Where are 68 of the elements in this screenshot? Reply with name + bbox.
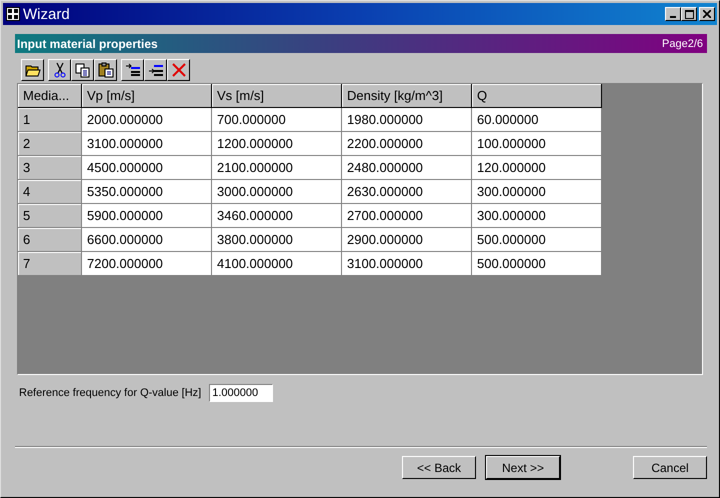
table-cell[interactable]: 100.000000: [472, 132, 602, 156]
folder-icon: [24, 63, 40, 77]
table-cell[interactable]: 700.000000: [212, 108, 342, 132]
insert-row-icon: [124, 63, 140, 77]
table-cell[interactable]: 5900.000000: [82, 204, 212, 228]
table-cell[interactable]: 3100.000000: [342, 252, 472, 276]
page-indicator: Page2/6: [662, 38, 703, 50]
table-cell[interactable]: 2100.000000: [212, 156, 342, 180]
paste-button[interactable]: [94, 59, 117, 81]
close-button[interactable]: [699, 7, 715, 21]
table-cell[interactable]: 4100.000000: [212, 252, 342, 276]
next-button[interactable]: Next >>: [486, 456, 560, 479]
append-button[interactable]: [144, 59, 167, 81]
column-header[interactable]: Q: [472, 84, 602, 108]
open-button[interactable]: [21, 59, 44, 81]
table-cell[interactable]: 300.000000: [472, 204, 602, 228]
table-cell[interactable]: 300.000000: [472, 180, 602, 204]
table-cell[interactable]: 2480.000000: [342, 156, 472, 180]
column-header[interactable]: Vp [m/s]: [82, 84, 212, 108]
insert-button[interactable]: [121, 59, 144, 81]
delete-button[interactable]: [167, 59, 190, 81]
back-button[interactable]: << Back: [402, 456, 476, 479]
table-cell[interactable]: 4500.000000: [82, 156, 212, 180]
row-header: 4: [18, 180, 82, 204]
table-cell[interactable]: 2200.000000: [342, 132, 472, 156]
row-header: 2: [18, 132, 82, 156]
table-cell[interactable]: 1980.000000: [342, 108, 472, 132]
table-cell[interactable]: 120.000000: [472, 156, 602, 180]
table-cell[interactable]: 60.000000: [472, 108, 602, 132]
table-cell[interactable]: 3800.000000: [212, 228, 342, 252]
table-cell[interactable]: 2700.000000: [342, 204, 472, 228]
column-header[interactable]: Density [kg/m^3]: [342, 84, 472, 108]
banner-title: Input material properties: [17, 36, 158, 50]
table-cell[interactable]: 500.000000: [472, 228, 602, 252]
minimize-button[interactable]: [665, 7, 681, 21]
row-header: 6: [18, 228, 82, 252]
table-cell[interactable]: 6600.000000: [82, 228, 212, 252]
close-icon: [703, 10, 711, 18]
column-header[interactable]: Vs [m/s]: [212, 84, 342, 108]
append-row-icon: [148, 63, 164, 77]
frequency-label: Reference frequency for Q-value [Hz]: [19, 387, 202, 399]
copy-button[interactable]: [71, 59, 94, 81]
cancel-button[interactable]: Cancel: [633, 456, 707, 479]
app-icon: [6, 7, 20, 21]
scissors-icon: [54, 62, 66, 78]
delete-icon: [172, 63, 186, 77]
table-cell[interactable]: 2000.000000: [82, 108, 212, 132]
column-header[interactable]: Media...: [18, 84, 82, 108]
table-cell[interactable]: 2630.000000: [342, 180, 472, 204]
window-title: Wizard: [23, 6, 70, 22]
table-cell[interactable]: 5350.000000: [82, 180, 212, 204]
maximize-button[interactable]: [681, 7, 697, 21]
table-cell[interactable]: 3100.000000: [82, 132, 212, 156]
table-cell[interactable]: 7200.000000: [82, 252, 212, 276]
frequency-field[interactable]: 1.000000: [209, 384, 274, 402]
table-cell[interactable]: 2900.000000: [342, 228, 472, 252]
table-cell[interactable]: 3000.000000: [212, 180, 342, 204]
row-header: 7: [18, 252, 82, 276]
table-cell[interactable]: 1200.000000: [212, 132, 342, 156]
table-cell[interactable]: 3460.000000: [212, 204, 342, 228]
clipboard-icon: [98, 62, 114, 78]
row-header: 5: [18, 204, 82, 228]
row-header: 3: [18, 156, 82, 180]
row-header: 1: [18, 108, 82, 132]
copy-icon: [74, 62, 90, 78]
table-cell[interactable]: 500.000000: [472, 252, 602, 276]
cut-button[interactable]: [48, 59, 71, 81]
maximize-icon: [684, 10, 694, 18]
